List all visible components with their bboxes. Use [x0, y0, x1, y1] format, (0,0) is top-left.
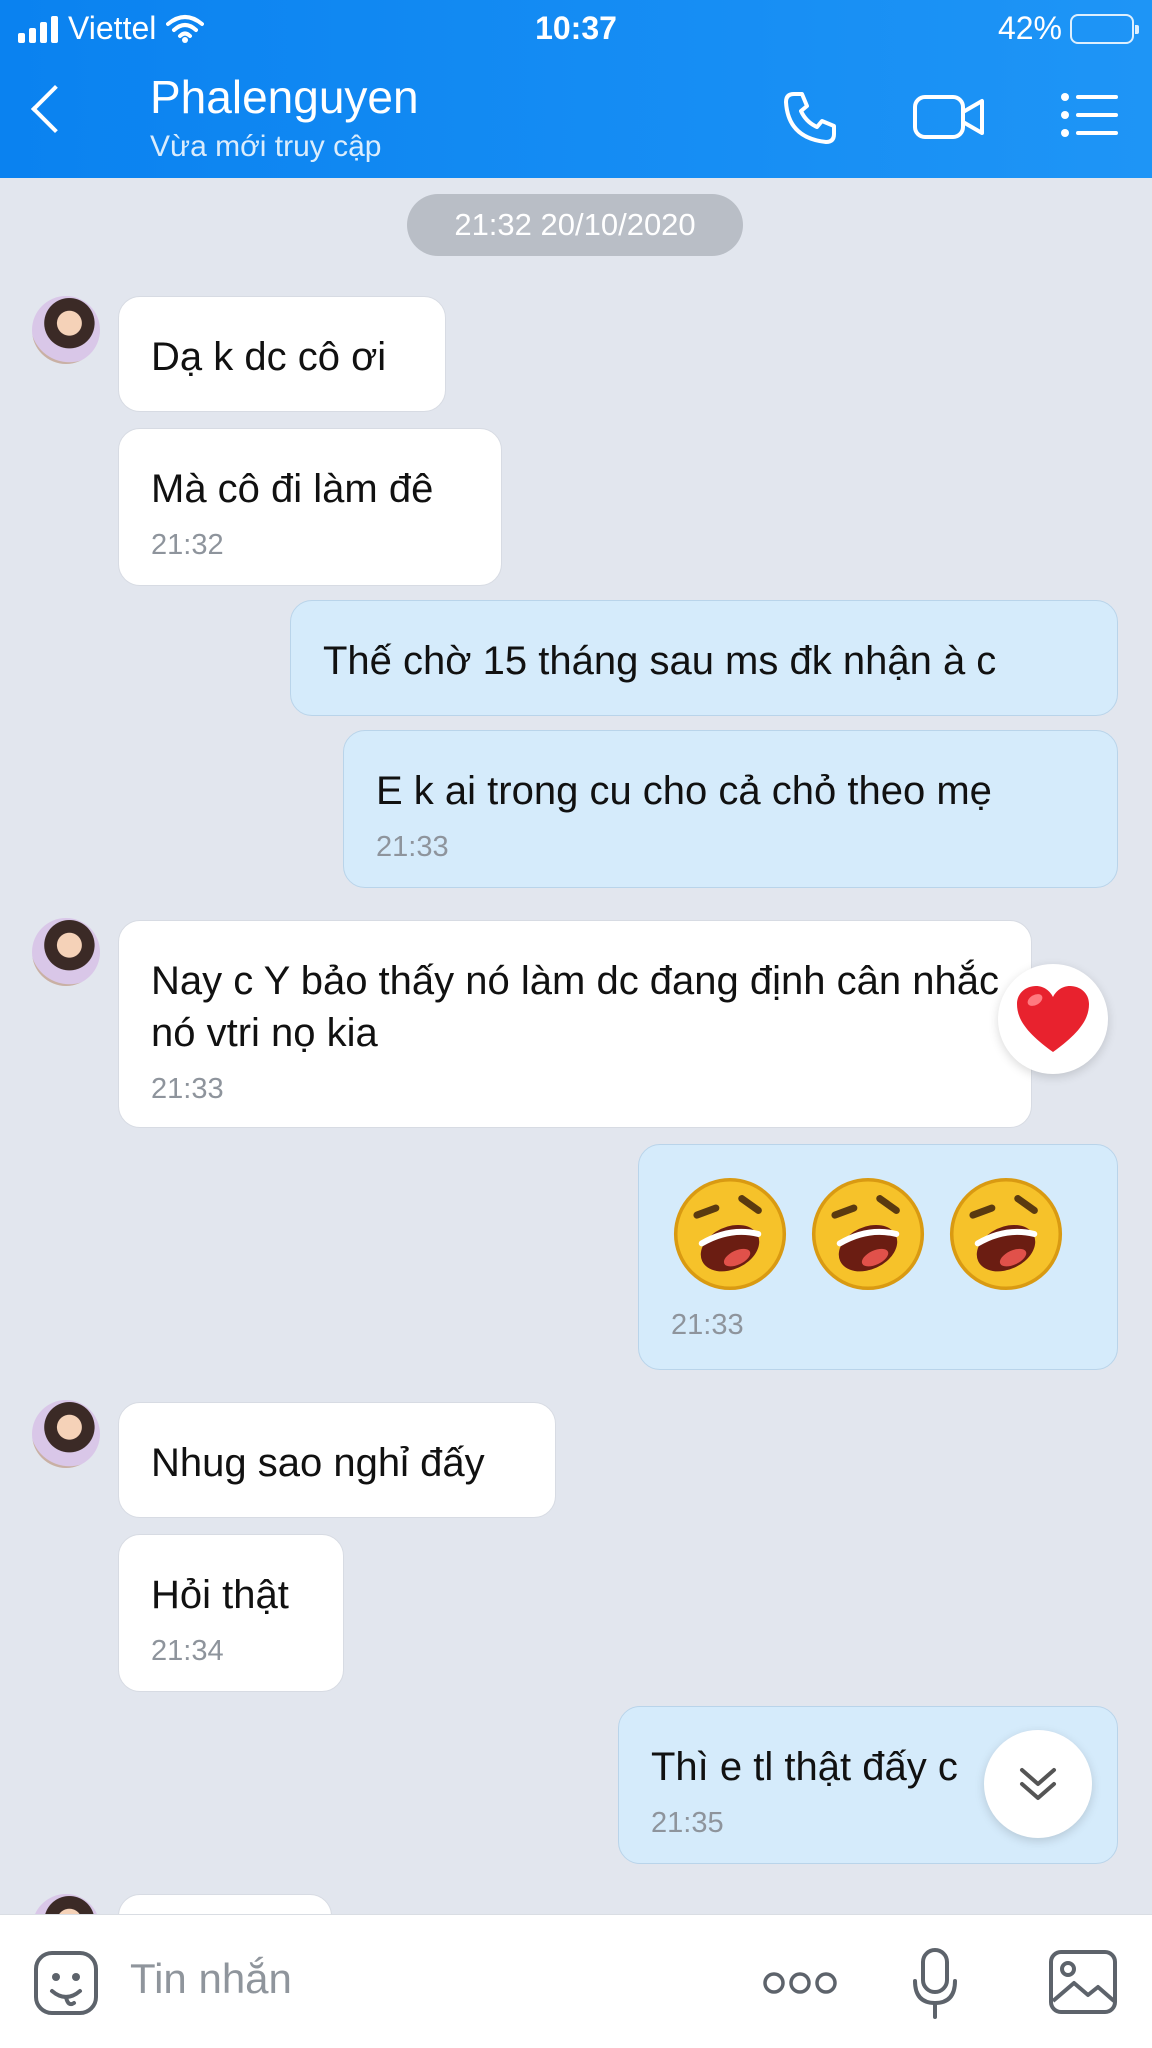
laughing-face-icon: [811, 1177, 925, 1291]
message-text: Hỏi thật: [151, 1573, 289, 1617]
menu-list-icon[interactable]: [1060, 92, 1120, 138]
phone-icon[interactable]: [780, 88, 840, 148]
message-time: 21:33: [151, 1073, 224, 1105]
back-icon[interactable]: [30, 84, 80, 134]
laughing-face-icon: [949, 1177, 1063, 1291]
message-text: Mà cô đi làm đê: [151, 467, 434, 511]
message-bubble[interactable]: E k ai trong cu cho cả chỏ theo mẹ 21:33: [343, 730, 1118, 888]
message-bubble[interactable]: [118, 1894, 332, 1914]
chat-header: Viettel 10:37 42% Phalenguyen Vừa mới tr…: [0, 0, 1152, 178]
contact-avatar[interactable]: [32, 1400, 100, 1468]
contact-avatar[interactable]: [32, 1894, 100, 1914]
message-text: Thế chờ 15 tháng sau ms đk nhận à c: [323, 639, 997, 683]
message-text: Dạ k dc cô ơi: [151, 335, 387, 379]
sticker-icon[interactable]: [32, 1949, 100, 2017]
image-icon[interactable]: [1048, 1949, 1118, 2015]
contact-avatar[interactable]: [32, 918, 100, 986]
scroll-to-bottom-button[interactable]: [984, 1730, 1092, 1838]
message-time: 21:34: [151, 1635, 224, 1667]
message-list[interactable]: 21:32 20/10/2020 Dạ k dc cô ơi Mà cô đi …: [0, 178, 1152, 1914]
message-composer: Tin nhắn: [0, 1914, 1152, 2048]
message-time: 21:33: [671, 1309, 744, 1341]
message-bubble[interactable]: Nhug sao nghỉ đấy: [118, 1402, 556, 1518]
battery-group: 42%: [997, 10, 1139, 47]
laughing-face-icon: [673, 1177, 787, 1291]
clock: 10:37: [535, 10, 617, 46]
message-bubble[interactable]: Nay c Y bảo thấy nó làm dc đang định cân…: [118, 920, 1032, 1128]
message-bubble[interactable]: Mà cô đi làm đê 21:32: [118, 428, 502, 586]
more-icon[interactable]: [762, 1971, 838, 1995]
message-text: Nay c Y bảo thấy nó làm dc đang định cân…: [151, 959, 999, 1055]
message-bubble[interactable]: Hỏi thật 21:34: [118, 1534, 344, 1692]
message-text: E k ai trong cu cho cả chỏ theo mẹ: [376, 769, 992, 813]
message-text: Nhug sao nghỉ đấy: [151, 1441, 485, 1485]
message-input[interactable]: Tin nhắn: [130, 1955, 292, 2003]
contact-name[interactable]: Phalenguyen: [150, 70, 419, 124]
battery-percent: 42%: [997, 10, 1062, 46]
status-bar: Viettel 10:37 42%: [0, 0, 1152, 58]
battery-icon: [1070, 13, 1139, 44]
message-bubble[interactable]: 21:33: [638, 1144, 1118, 1370]
video-call-icon[interactable]: [912, 92, 986, 142]
double-chevron-down-icon: [1020, 1768, 1056, 1800]
contact-avatar[interactable]: [32, 296, 100, 364]
message-bubble[interactable]: Dạ k dc cô ơi: [118, 296, 446, 412]
message-bubble[interactable]: Thế chờ 15 tháng sau ms đk nhận à c: [290, 600, 1118, 716]
emoji-row: [671, 1175, 1085, 1293]
message-time: 21:32: [151, 529, 224, 561]
date-separator: 21:32 20/10/2020: [407, 194, 743, 256]
message-time: 21:33: [376, 831, 449, 863]
microphone-icon[interactable]: [910, 1947, 960, 2021]
heart-reaction-icon[interactable]: [998, 964, 1108, 1074]
presence-status: Vừa mới truy cập: [150, 130, 382, 163]
